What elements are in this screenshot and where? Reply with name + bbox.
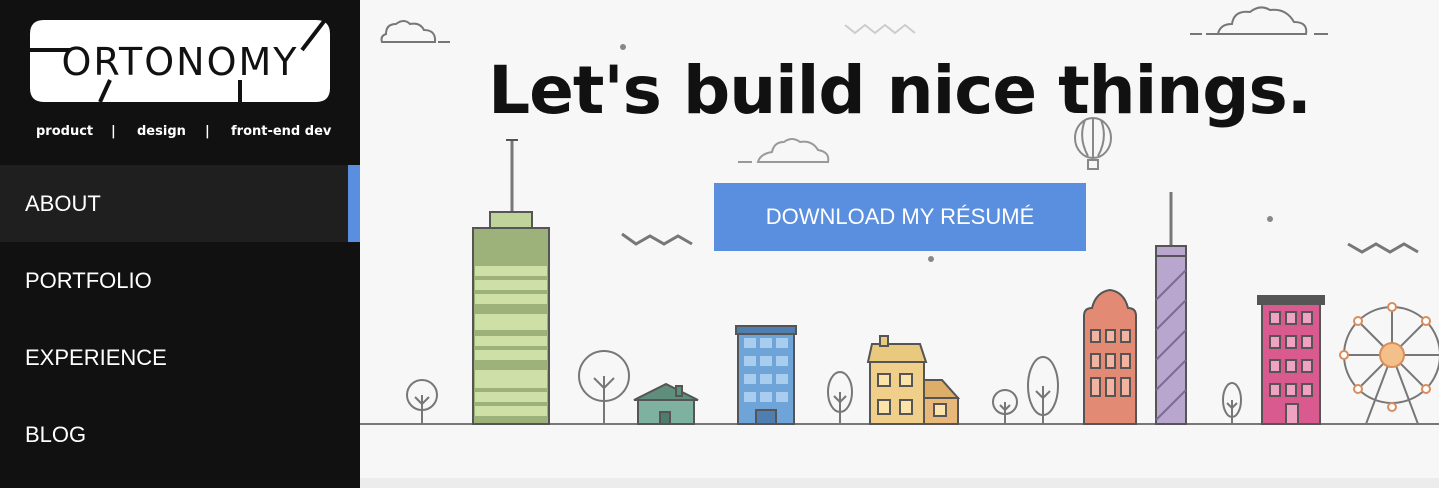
section-divider xyxy=(360,478,1439,488)
tagline: product | design | front-end dev xyxy=(0,124,360,142)
tagline-separator: | xyxy=(111,124,116,139)
logo[interactable]: ORTONOMY xyxy=(30,20,330,102)
skyscraper-icon xyxy=(735,325,797,425)
cloud-icon xyxy=(738,138,830,163)
nav-item-label: EXPERIENCE xyxy=(25,344,167,370)
nav-item-blog[interactable]: BLOG xyxy=(0,396,360,473)
logo-text: ORTONOMY xyxy=(61,40,298,84)
nav-item-experience[interactable]: EXPERIENCE xyxy=(0,319,360,396)
nav-item-label: ABOUT xyxy=(25,190,101,216)
zigzag-icon xyxy=(844,23,916,35)
hero-section: Let's build nice things. DOWNLOAD MY RÉS… xyxy=(360,0,1439,488)
download-resume-button[interactable]: DOWNLOAD MY RÉSUMÉ xyxy=(714,183,1086,251)
zigzag-icon xyxy=(621,232,693,246)
tree-icon xyxy=(1027,356,1059,424)
skyscraper-icon xyxy=(1257,295,1325,425)
main-nav: ABOUT PORTFOLIO EXPERIENCE BLOG xyxy=(0,165,360,473)
house-icon xyxy=(866,335,961,425)
nav-item-about[interactable]: ABOUT xyxy=(0,165,360,242)
ferris-wheel-icon xyxy=(1339,302,1439,425)
tree-icon xyxy=(1222,382,1242,424)
tree-icon xyxy=(992,389,1018,424)
cloud-icon xyxy=(380,20,450,43)
nav-item-portfolio[interactable]: PORTFOLIO xyxy=(0,242,360,319)
tagline-item-design: design xyxy=(137,124,186,139)
nav-item-label: PORTFOLIO xyxy=(25,267,152,293)
hero-title: Let's build nice things. xyxy=(488,52,1312,129)
tree-icon xyxy=(827,371,853,424)
nav-item-label: BLOG xyxy=(25,421,87,447)
cloud-icon xyxy=(1190,6,1328,35)
house-icon xyxy=(1083,288,1137,425)
sidebar: ORTONOMY product | design | front-end de… xyxy=(0,0,360,488)
tree-icon xyxy=(578,350,630,424)
zigzag-icon xyxy=(1347,242,1419,254)
tagline-separator: | xyxy=(205,124,210,139)
tree-icon xyxy=(406,379,438,424)
skyscraper-icon xyxy=(1155,192,1187,425)
house-icon xyxy=(633,382,699,425)
tagline-item-frontend: front-end dev xyxy=(231,124,332,139)
tagline-item-product: product xyxy=(36,124,94,139)
skyscraper-icon xyxy=(472,139,550,425)
